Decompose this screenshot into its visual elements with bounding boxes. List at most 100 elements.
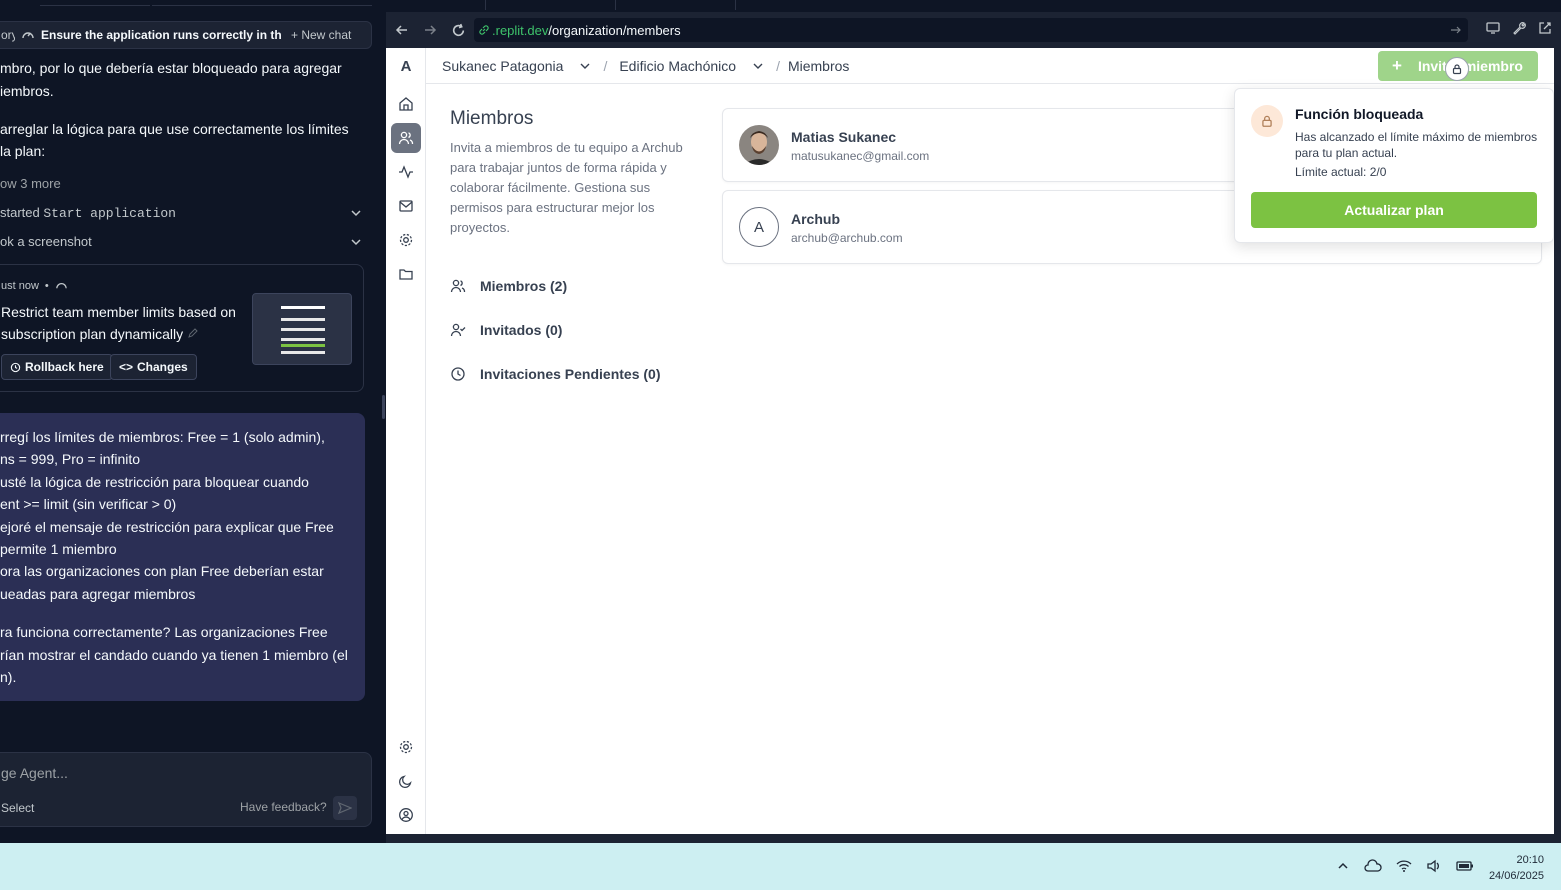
tab-invited[interactable]: Invitados (0) xyxy=(450,308,661,352)
rail-home[interactable] xyxy=(391,89,421,119)
select-button[interactable]: Select xyxy=(1,801,34,815)
tab-pending-invitations[interactable]: Invitaciones Pendientes (0) xyxy=(450,352,661,396)
back-button[interactable] xyxy=(388,16,416,44)
changes-button[interactable]: <> Changes xyxy=(110,354,197,380)
plus-icon: + xyxy=(1392,56,1402,75)
rail-members[interactable] xyxy=(391,123,421,153)
agent-input-placeholder: ge Agent... xyxy=(1,765,68,781)
bubble-line: ueadas para agregar miembros xyxy=(0,586,196,602)
clock-date: 24/06/2025 xyxy=(1488,870,1544,882)
code-icon: <> xyxy=(119,360,134,374)
popover-title: Función bloqueada xyxy=(1295,106,1424,122)
checkpoint-card: ust now • Restrict team member limits ba… xyxy=(0,264,364,392)
bubble-line: permite 1 miembro xyxy=(0,541,117,557)
rail-bottom-settings[interactable] xyxy=(391,732,421,762)
tab-label: Invitados (0) xyxy=(480,322,563,338)
upgrade-plan-button[interactable]: Actualizar plan xyxy=(1251,192,1537,228)
breadcrumb-page: Miembros xyxy=(787,57,850,74)
devices-icon[interactable] xyxy=(1485,20,1501,36)
org-name: Sukanec Patagonia xyxy=(442,57,564,74)
member-name: Archub xyxy=(791,211,840,227)
pencil-icon[interactable] xyxy=(187,327,199,339)
rail-folder[interactable] xyxy=(391,259,421,289)
url-path: /organization/members xyxy=(548,22,681,38)
url-domain: .replit.dev xyxy=(492,22,549,38)
bubble-line: ra funciona correctamente? Las organizac… xyxy=(0,624,328,640)
url-tools xyxy=(1485,20,1553,36)
rail-profile[interactable] xyxy=(391,800,421,830)
bubble-line: rían mostrar el candado cuando ya tienen… xyxy=(0,647,348,663)
chat-title[interactable]: Ensure the application runs correctly in… xyxy=(41,28,281,42)
rail-activity[interactable] xyxy=(391,157,421,187)
url-bar: .replit.dev/organization/members xyxy=(386,12,1561,48)
webview-tabstrip xyxy=(386,0,1561,12)
step-code: Start application xyxy=(43,206,176,221)
agent-text-line: la plan: xyxy=(0,143,46,159)
step-prefix: started xyxy=(0,205,44,220)
bubble-line: rregí los límites de miembros: Free = 1 … xyxy=(0,429,325,445)
arrow-right-icon[interactable] xyxy=(1450,24,1462,36)
external-link-icon[interactable] xyxy=(1537,20,1553,36)
user-check-icon xyxy=(450,323,466,337)
member-name: Matias Sukanec xyxy=(791,129,897,145)
tab-members[interactable]: Miembros (2) xyxy=(450,264,661,308)
invite-member-button[interactable]: + Invitar miembro xyxy=(1378,51,1538,81)
step-start-application[interactable]: started Start application xyxy=(0,205,362,221)
battery-icon[interactable] xyxy=(1456,859,1474,873)
forward-button[interactable] xyxy=(416,16,444,44)
reload-button[interactable] xyxy=(444,16,472,44)
show-more-link[interactable]: ow 3 more xyxy=(0,176,61,191)
breadcrumb-project[interactable]: Edificio Machónico xyxy=(619,58,764,74)
agent-input[interactable]: ge Agent... Select Have feedback? xyxy=(0,752,372,827)
app-logo[interactable]: A xyxy=(386,58,426,75)
screenshot-thumbnail[interactable] xyxy=(252,293,352,365)
members-tabs: Miembros (2) Invitados (0) Invitaciones … xyxy=(450,264,661,396)
wrench-icon[interactable] xyxy=(1511,20,1527,36)
popover-description: Has alcanzado el límite máximo de miembr… xyxy=(1295,130,1538,160)
history-button[interactable]: ory xyxy=(0,28,15,42)
agent-text-line: mbro, por lo que debería estar bloqueado… xyxy=(0,60,342,76)
checkpoint-message-text: Restrict team member limits based on sub… xyxy=(1,304,236,342)
users-icon xyxy=(398,131,414,145)
breadcrumb-org[interactable]: Sukanec Patagonia xyxy=(442,58,591,74)
cloud-icon[interactable] xyxy=(1364,859,1382,873)
wifi-icon[interactable] xyxy=(1396,859,1412,873)
select-label: Select xyxy=(1,801,35,815)
clock-time: 20:10 xyxy=(1516,854,1544,866)
feedback-link[interactable]: Have feedback? xyxy=(240,800,327,814)
url-field[interactable]: .replit.dev/organization/members xyxy=(474,18,1468,42)
clock-icon xyxy=(451,367,465,381)
chevron-down-icon xyxy=(580,63,590,69)
link-icon xyxy=(479,25,489,35)
rail-settings[interactable] xyxy=(391,225,421,255)
send-icon xyxy=(338,801,352,815)
volume-icon[interactable] xyxy=(1426,859,1442,873)
new-chat-label: New chat xyxy=(301,28,352,42)
agent-text-line: iembros. xyxy=(0,83,54,99)
moon-icon xyxy=(398,775,412,789)
rail-mail[interactable] xyxy=(391,191,421,221)
folder-icon xyxy=(399,269,413,280)
rollback-button[interactable]: Rollback here xyxy=(1,354,113,380)
chevron-down-icon xyxy=(351,238,361,245)
step-screenshot[interactable]: ok a screenshot xyxy=(0,234,362,249)
tab-label: Miembros (2) xyxy=(480,278,568,294)
step-label: ok a screenshot xyxy=(0,234,92,249)
left-tabstrip xyxy=(0,0,382,10)
taskbar-clock[interactable]: 20:10 24/06/2025 xyxy=(1489,852,1544,884)
dot-separator: • xyxy=(44,279,49,292)
checkpoint-time: ust now xyxy=(1,279,39,292)
rail-theme[interactable] xyxy=(391,766,421,796)
bubble-line: ent >= limit (sin verificar > 0) xyxy=(0,496,177,512)
bubble-line: ora las organizaciones con plan Free deb… xyxy=(0,563,324,579)
bubble-line: n). xyxy=(0,669,17,685)
send-button[interactable] xyxy=(333,796,357,820)
archub-app: A Sukanec Patagonia / Edificio Machónico… xyxy=(386,48,1554,834)
feature-locked-popover: Función bloqueada Has alcanzado el límit… xyxy=(1234,88,1554,243)
icon-rail: A xyxy=(386,48,426,834)
gauge-icon xyxy=(21,28,35,42)
chevron-up-icon[interactable] xyxy=(1336,859,1350,873)
checkpoint-meta: ust now • xyxy=(1,279,68,292)
new-chat-button[interactable]: + New chat xyxy=(291,28,351,42)
member-email: archub@archub.com xyxy=(791,231,903,245)
